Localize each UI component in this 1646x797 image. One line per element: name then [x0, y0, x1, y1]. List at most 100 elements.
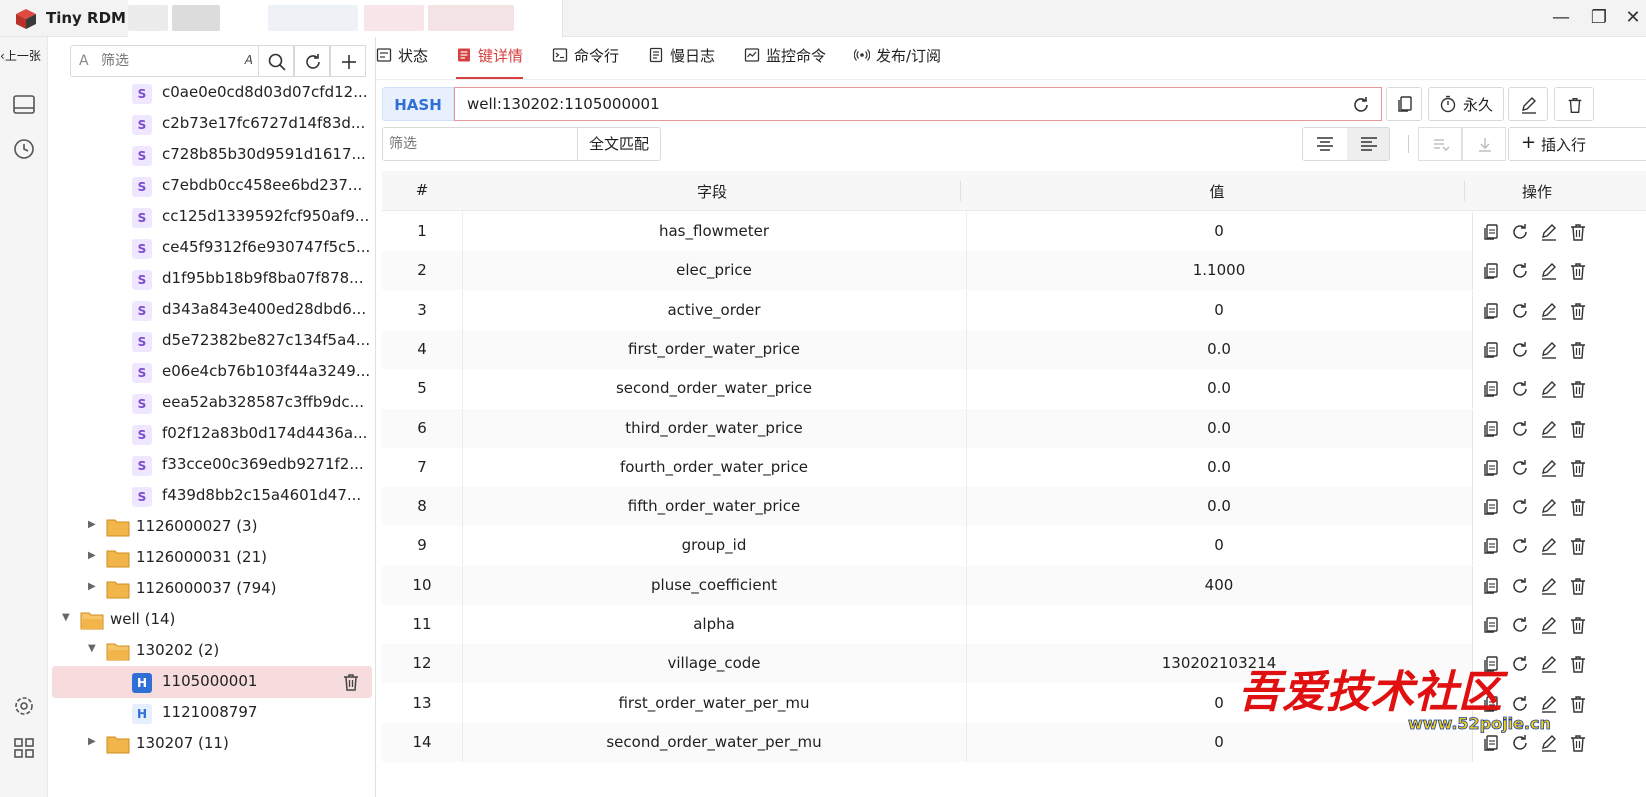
refresh-icon[interactable]: [1510, 615, 1530, 635]
tree-item-key[interactable]: Se06e4cb76b103f44a3249...: [52, 356, 372, 388]
trash-icon[interactable]: [1568, 615, 1588, 635]
tab-slow-log[interactable]: 慢日志: [648, 45, 715, 79]
copy-icon[interactable]: [1481, 419, 1501, 439]
column-divider[interactable]: [1464, 181, 1465, 201]
trash-icon[interactable]: [1568, 301, 1588, 321]
add-key-button[interactable]: [330, 45, 366, 77]
refresh-icon[interactable]: [1510, 497, 1530, 517]
copy-icon[interactable]: [1481, 536, 1501, 556]
edit-pencil-icon[interactable]: [1539, 222, 1559, 242]
copy-icon[interactable]: [1481, 458, 1501, 478]
ttl-button[interactable]: 永久: [1428, 87, 1504, 121]
chevron-right-icon[interactable]: ▶: [88, 550, 96, 561]
refresh-icon[interactable]: [1510, 340, 1530, 360]
load-all-button[interactable]: [1462, 127, 1506, 161]
tree-item-key[interactable]: Sf02f12a83b0d174d4436a...: [52, 418, 372, 450]
tab-terminal[interactable]: 命令行: [552, 45, 619, 79]
column-divider[interactable]: [960, 181, 961, 201]
tree-item-folder[interactable]: ▶ 1126000027 (3): [52, 511, 372, 543]
trash-icon[interactable]: [1568, 536, 1588, 556]
refresh-icon[interactable]: [1510, 458, 1530, 478]
copy-icon[interactable]: [1481, 340, 1501, 360]
trash-icon[interactable]: [1568, 458, 1588, 478]
edit-pencil-icon[interactable]: [1539, 340, 1559, 360]
refresh-icon[interactable]: [1510, 576, 1530, 596]
close-icon[interactable]: ✕: [1620, 7, 1646, 29]
copy-icon[interactable]: [1481, 615, 1501, 635]
trash-icon[interactable]: [340, 671, 362, 693]
tree-item-folder[interactable]: ▶ 1126000031 (21): [52, 542, 372, 574]
case-sensitive-icon[interactable]: A: [245, 53, 253, 67]
key-filter-input[interactable]: [101, 47, 231, 75]
table-row[interactable]: 6 third_order_water_price 0.0: [382, 408, 1646, 448]
trash-icon[interactable]: [1568, 576, 1588, 596]
table-row[interactable]: 11 alpha: [382, 605, 1646, 644]
search-button[interactable]: [258, 45, 294, 77]
history-icon[interactable]: [10, 135, 38, 163]
align-left-button[interactable]: [1347, 128, 1389, 160]
chevron-right-icon[interactable]: ▶: [88, 736, 96, 747]
edit-pencil-icon[interactable]: [1539, 379, 1559, 399]
table-row[interactable]: 10 pluse_coefficient 400: [382, 565, 1646, 605]
tree-item-key[interactable]: Scc125d1339592fcf950af9...: [52, 201, 372, 233]
minimize-icon[interactable]: —: [1548, 7, 1574, 29]
refresh-icon[interactable]: [1510, 379, 1530, 399]
tree-item-folder-open[interactable]: ▼ 130202 (2): [52, 635, 372, 667]
trash-icon[interactable]: [1568, 497, 1588, 517]
edit-pencil-icon[interactable]: [1539, 458, 1559, 478]
refresh-icon[interactable]: [1351, 95, 1371, 115]
table-row[interactable]: 7 fourth_order_water_price 0.0: [382, 447, 1646, 487]
tab-monitor[interactable]: 监控命令: [744, 45, 826, 79]
reload-button[interactable]: [294, 45, 330, 77]
table-row[interactable]: 3 active_order 0: [382, 290, 1646, 330]
settings-gear-icon[interactable]: [10, 692, 38, 720]
column-header-value[interactable]: 值: [962, 181, 1472, 202]
value-filter-box[interactable]: [382, 127, 578, 161]
key-filter-box[interactable]: A A: [70, 45, 260, 77]
grid-apps-icon[interactable]: [10, 734, 38, 762]
tab-pubsub[interactable]: 发布/订阅: [854, 45, 941, 79]
chevron-right-icon[interactable]: ▶: [88, 519, 96, 530]
column-header-field[interactable]: 字段: [462, 181, 962, 202]
chevron-right-icon[interactable]: ▶: [88, 581, 96, 592]
trash-icon[interactable]: [1568, 261, 1588, 281]
edit-pencil-icon[interactable]: [1539, 615, 1559, 635]
tree-item-key[interactable]: Sf439d8bb2c15a4601d47...: [52, 480, 372, 512]
edit-pencil-icon[interactable]: [1539, 576, 1559, 596]
delete-key-button[interactable]: [1554, 87, 1594, 121]
chevron-down-icon[interactable]: ▼: [88, 643, 96, 654]
refresh-icon[interactable]: [1510, 301, 1530, 321]
tree-item-key[interactable]: Sc2b73e17fc6727d14f83d...: [52, 108, 372, 140]
tree-item-folder[interactable]: ▶ 1126000037 (794): [52, 573, 372, 605]
table-row[interactable]: 2 elec_price 1.1000: [382, 251, 1646, 291]
copy-icon[interactable]: [1481, 301, 1501, 321]
edit-pencil-icon[interactable]: [1539, 301, 1559, 321]
tree-item-key[interactable]: Sce45f9312f6e930747f5c5...: [52, 232, 372, 264]
tree-item-key[interactable]: Sf33cce00c369edb9271f2...: [52, 449, 372, 481]
tree-item-key[interactable]: Sc728b85b30d9591d1617...: [52, 139, 372, 171]
copy-icon[interactable]: [1481, 576, 1501, 596]
table-row[interactable]: 9 group_id 0: [382, 526, 1646, 566]
tree-item-key-selected[interactable]: H 1105000001: [52, 666, 372, 698]
trash-icon[interactable]: [1568, 222, 1588, 242]
tree-item-key[interactable]: Sd5e72382be827c134f5a4...: [52, 325, 372, 357]
tree-item-key[interactable]: Sc0ae0e0cd8d03d07cfd12...: [52, 77, 372, 109]
table-row[interactable]: 1 has_flowmeter 0: [382, 212, 1646, 251]
trash-icon[interactable]: [1568, 340, 1588, 360]
edit-pencil-icon[interactable]: [1539, 497, 1559, 517]
refresh-icon[interactable]: [1510, 536, 1530, 556]
tree-item-key[interactable]: Seea52ab328587c3ffb9dc...: [52, 387, 372, 419]
copy-icon[interactable]: [1481, 497, 1501, 517]
tab-key-detail[interactable]: 键详情: [456, 45, 524, 79]
table-row[interactable]: 5 second_order_water_price 0.0: [382, 369, 1646, 409]
copy-key-button[interactable]: [1386, 87, 1422, 121]
maximize-icon[interactable]: ❐: [1586, 7, 1612, 29]
insert-row-button[interactable]: + 插入行: [1508, 127, 1646, 161]
tree-item-key[interactable]: Sd343a843e400ed28dbd6...: [52, 294, 372, 326]
trash-icon[interactable]: [1568, 419, 1588, 439]
tree-item-key[interactable]: H 1121008797: [52, 697, 372, 729]
chevron-down-icon[interactable]: ▼: [62, 612, 70, 623]
refresh-icon[interactable]: [1510, 261, 1530, 281]
full-match-button[interactable]: 全文匹配: [577, 127, 661, 161]
rename-key-button[interactable]: [1508, 87, 1548, 121]
